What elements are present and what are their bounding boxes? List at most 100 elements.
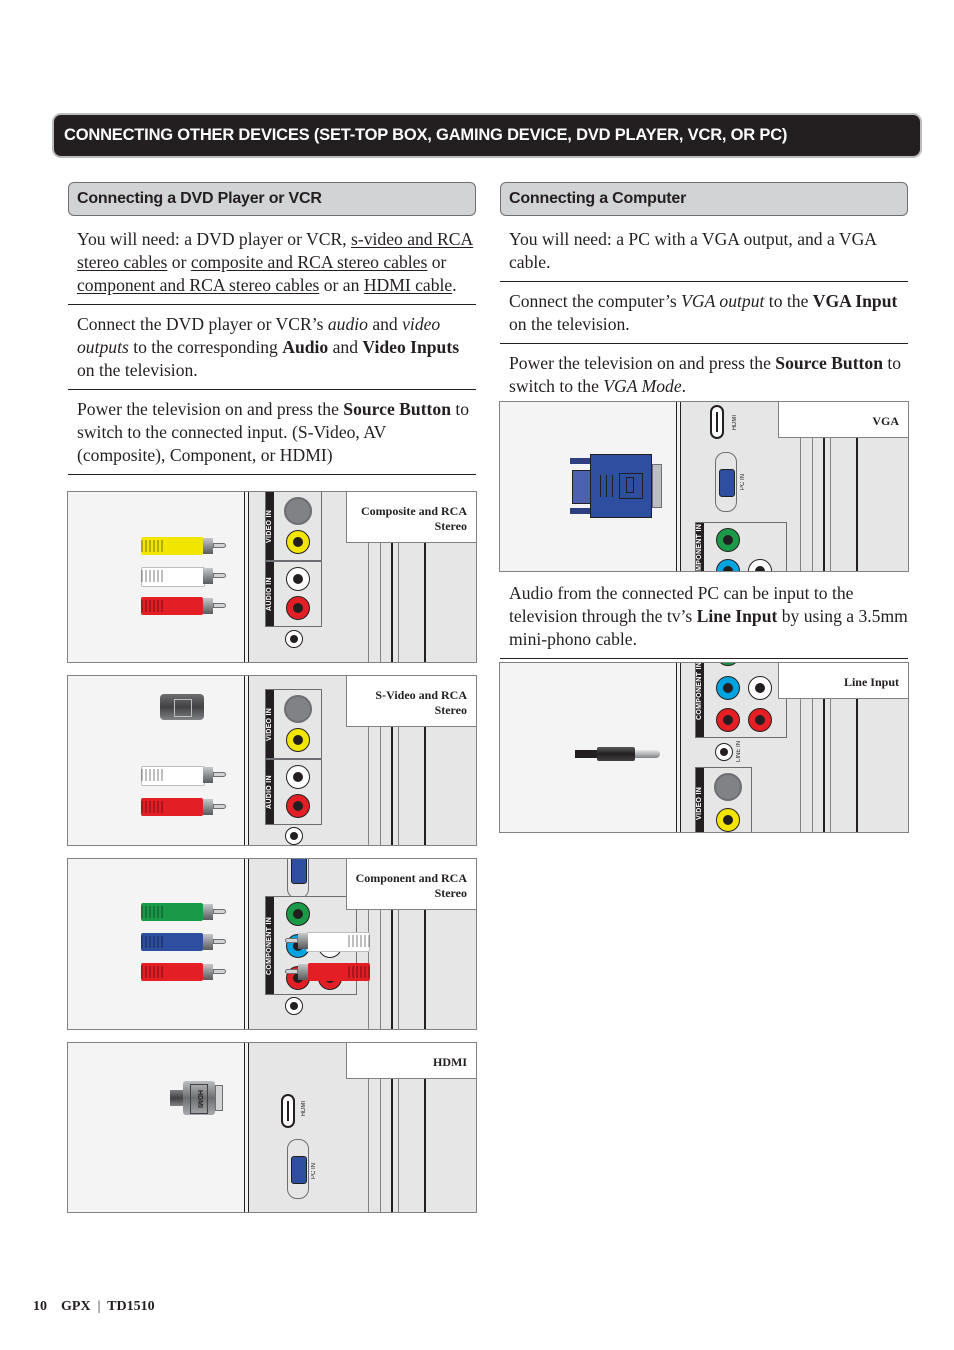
hdmi-port [710, 405, 724, 439]
model-number: TD1510 [107, 1299, 155, 1314]
text-bold: Line Input [696, 606, 778, 626]
right-text-column: You will need: a PC with a VGA output, a… [500, 228, 908, 406]
figure-label: Composite and RCA Stereo [346, 492, 476, 543]
heading-computer: Connecting a Computer [500, 182, 908, 216]
right-paragraph-requirements: You will need: a PC with a VGA output, a… [500, 228, 908, 282]
figure-vga: HDMI PC IN COMPONENT IN VGA [499, 401, 909, 572]
headphone-jack [285, 827, 303, 845]
left-paragraph-power: Power the television on and press the So… [68, 398, 476, 475]
right-paragraph-line-input: Audio from the connected PC can be input… [500, 582, 908, 659]
video-in-group: VIDEO IN [265, 492, 322, 561]
audio-r-jack [748, 708, 772, 732]
hdmi-port-label: HDMI [732, 415, 738, 431]
audio-l-jack [286, 765, 310, 789]
video-in-label: VIDEO IN [696, 768, 704, 832]
right-text-audio: Audio from the connected PC can be input… [500, 582, 908, 659]
page-footer: 10 GPX | TD1510 [33, 1299, 155, 1315]
s-video-plug [160, 694, 204, 720]
hdmi-port-label: HDMI [301, 1101, 307, 1117]
brand: GPX [61, 1299, 91, 1314]
text: . [681, 376, 687, 396]
hdmi-plug-label: HDMI [190, 1084, 208, 1114]
headphone-jack [285, 630, 303, 648]
text: on the television. [77, 360, 198, 380]
text-bold: Source Button [343, 399, 451, 419]
text-italic: VGA output [681, 291, 765, 311]
line-in-jack [715, 743, 733, 761]
left-paragraph-connect: Connect the DVD player or VCR’s audio an… [68, 313, 476, 390]
right-paragraph-power: Power the television on and press the So… [500, 352, 908, 406]
component-y-jack [716, 528, 740, 552]
text-bold: Source Button [775, 353, 883, 373]
component-in-label: COMPONENT IN [696, 663, 704, 737]
text-bold: VGA Input [812, 291, 898, 311]
link-composite-cables[interactable]: composite and RCA stereo cables [191, 252, 428, 272]
component-in-group: COMPONENT IN [695, 522, 787, 571]
text: on the television. [509, 314, 630, 334]
figure-svideo: VIDEO IN AUDIO IN S-Video and RCA Stereo [67, 675, 477, 846]
page-number: 10 [33, 1299, 47, 1314]
separator: | [97, 1299, 101, 1314]
component-y-jack [716, 663, 740, 666]
figure-label: HDMI [346, 1043, 476, 1079]
component-in-label: COMPONENT IN [266, 897, 274, 994]
text: Power the television on and press the [509, 353, 776, 373]
figure-component: COMPONENT IN Component and RCA Stereo [67, 858, 477, 1030]
pc-in-label: PC IN [740, 474, 746, 491]
audio-l-jack [748, 676, 772, 700]
text: or [427, 252, 447, 272]
link-hdmi-cable[interactable]: HDMI cable [364, 275, 452, 295]
s-video-jack [284, 695, 312, 723]
pc-in-port [715, 452, 737, 512]
link-component-cables[interactable]: component and RCA stereo cables [77, 275, 319, 295]
figure-hdmi: HDMI PC IN HDMI HDMI [67, 1042, 477, 1213]
component-in-label: COMPONENT IN [696, 523, 704, 571]
left-paragraph-requirements: You will need: a DVD player or VCR, s-vi… [68, 228, 476, 305]
video-jack-yellow [716, 808, 740, 832]
text-italic: VGA Mode [603, 376, 682, 396]
s-video-jack [714, 773, 742, 801]
text: and [367, 314, 403, 334]
audio-in-group: AUDIO IN [265, 561, 322, 627]
vga-plug [570, 454, 662, 518]
hdmi-plug: HDMI [170, 1081, 223, 1115]
figure-label: S-Video and RCA Stereo [346, 676, 476, 727]
audio-in-label: AUDIO IN [266, 562, 274, 626]
line-in-jack [285, 997, 303, 1015]
audio-in-label: AUDIO IN [266, 760, 274, 824]
section-banner: CONNECTING OTHER DEVICES (SET-TOP BOX, G… [54, 115, 920, 156]
text: to the corresponding [128, 337, 283, 357]
hdmi-port [281, 1094, 295, 1128]
component-y-jack [286, 902, 310, 926]
s-video-jack [284, 497, 312, 525]
figure-label: Component and RCA Stereo [346, 859, 476, 910]
pc-in-label: PC IN [311, 1163, 317, 1180]
audio-r-jack [286, 794, 310, 818]
figure-composite: VIDEO IN AUDIO IN Composite and RCA Ster… [67, 491, 477, 663]
text: Connect the DVD player or VCR’s [77, 314, 328, 334]
video-in-group: VIDEO IN [695, 767, 752, 832]
audio-l-jack [286, 567, 310, 591]
video-jack-yellow [286, 728, 310, 752]
line-in-label: LINE IN [736, 741, 742, 763]
right-paragraph-connect: Connect the computer’s VGA output to the… [500, 290, 908, 344]
text-italic: audio [327, 314, 368, 334]
component-pb-jack [716, 676, 740, 700]
component-in-group: COMPONENT IN [695, 663, 787, 738]
text: and [328, 337, 363, 357]
video-in-group: VIDEO IN [265, 689, 322, 759]
figure-label: Line Input [778, 663, 908, 699]
text: You will need: a PC with a VGA output, a… [509, 229, 877, 272]
text: . [452, 275, 457, 295]
component-pb-jack [716, 559, 740, 571]
figure-label: VGA [778, 402, 908, 438]
audio-l-jack [748, 559, 772, 571]
text: Connect the computer’s [509, 291, 682, 311]
text-bold: Audio [282, 337, 329, 357]
heading-dvd-vcr: Connecting a DVD Player or VCR [68, 182, 476, 216]
text: to the [764, 291, 813, 311]
left-text-column: You will need: a DVD player or VCR, s-vi… [68, 228, 476, 475]
video-in-label: VIDEO IN [266, 492, 274, 560]
audio-r-jack [286, 596, 310, 620]
pc-in-port [287, 859, 309, 899]
